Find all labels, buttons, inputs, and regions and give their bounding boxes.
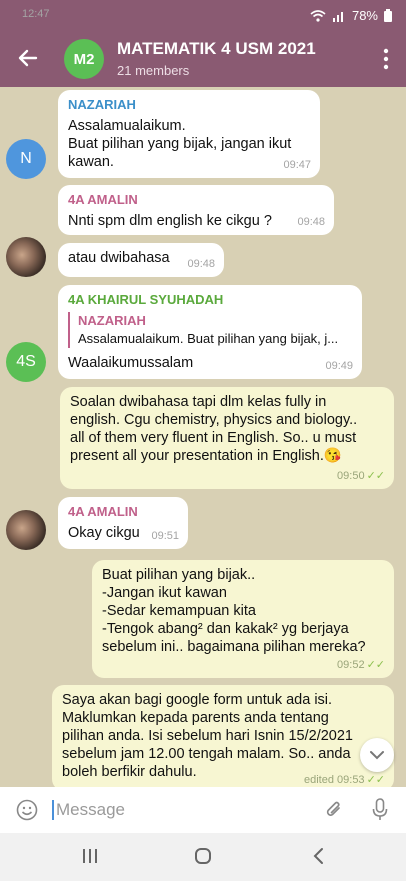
read-checkmarks-icon: ✓✓ [366, 659, 385, 671]
microphone-icon[interactable] [372, 798, 388, 822]
message-line: Buat pilihan yang bijak.. [102, 567, 256, 583]
wifi-icon [310, 9, 326, 22]
message-bubble[interactable]: 4A KHAIRUL SYUHADAH NAZARIAH Assalamuala… [58, 285, 362, 379]
status-bar: 12:47 78% [0, 0, 406, 30]
reply-quote[interactable]: NAZARIAH Assalamualaikum. Buat pilihan y… [68, 312, 352, 348]
message-line: -Jangan ikut kawan [102, 585, 227, 601]
message-list[interactable]: N NAZARIAH Assalamualaikum. Buat pilihan… [0, 87, 406, 787]
chevron-down-icon [370, 751, 384, 760]
battery-icon [384, 9, 392, 22]
message-line: Waalaikumussalam [68, 355, 194, 371]
recent-apps-icon[interactable] [82, 847, 98, 865]
message-time: 09:48 [297, 216, 325, 228]
message-input-bar: Message [0, 787, 406, 833]
reply-name: NAZARIAH [78, 313, 146, 328]
message-line: Buat pilihan yang bijak, jangan ikut [68, 136, 292, 152]
message-time: 09:49 [325, 360, 353, 372]
message-time: 09:47 [283, 159, 311, 171]
message-line: Soalan dwibahasa tapi dlm kelas fully in [70, 394, 327, 410]
message-line: all of them very fluent in English. So..… [70, 430, 357, 446]
signal-icon [332, 11, 343, 22]
message-line: present all your presentation in English… [70, 448, 342, 464]
sender-avatar[interactable]: N [6, 139, 46, 179]
message-time: 09:51 [151, 530, 179, 542]
message-line: -Tengok abang² dan kakak² yg berjaya [102, 621, 349, 637]
more-menu-icon[interactable] [382, 48, 390, 70]
message-line: kawan. [68, 154, 114, 170]
message-line: sebelum jam 12.00 tengah malam. So.. and… [62, 746, 351, 762]
sender-name[interactable]: 4A KHAIRUL SYUHADAH [68, 291, 352, 309]
message-bubble[interactable]: Soalan dwibahasa tapi dlm kelas fully in… [60, 387, 394, 489]
sender-avatar[interactable]: 4S [6, 342, 46, 382]
scroll-down-button[interactable] [360, 738, 394, 772]
message-bubble[interactable]: atau dwibahasa 09:48 [58, 243, 224, 277]
reply-text: Assalamualaikum. Buat pilihan yang bijak… [78, 331, 339, 346]
sender-name[interactable]: 4A AMALIN [68, 191, 324, 209]
message-time: 09:48 [187, 258, 215, 270]
back-nav-icon[interactable] [312, 847, 324, 865]
message-time: 09:50 [337, 470, 365, 482]
group-avatar[interactable]: M2 [64, 39, 104, 79]
message-line: -Sedar kemampuan kita [102, 603, 256, 619]
message-bubble[interactable]: 4A AMALIN Okay cikgu 09:51 [58, 497, 188, 549]
message-line: Assalamualaikum. [68, 118, 186, 134]
message-line: Nnti spm dlm english ke cikgu ? [68, 213, 272, 229]
back-arrow-icon[interactable] [14, 44, 42, 72]
message-time: edited 09:53 [304, 774, 365, 786]
battery-percent: 78% [351, 8, 378, 23]
read-checkmarks-icon: ✓✓ [366, 774, 385, 786]
message-bubble[interactable]: 4A AMALIN Nnti spm dlm english ke cikgu … [58, 185, 334, 235]
sender-avatar-photo[interactable] [6, 510, 46, 550]
message-bubble[interactable]: Buat pilihan yang bijak.. -Jangan ikut k… [92, 560, 394, 678]
sender-avatar-photo[interactable] [6, 237, 46, 277]
sender-name[interactable]: 4A AMALIN [68, 503, 178, 521]
member-count: 21 members [117, 63, 190, 78]
chat-title[interactable]: MATEMATIK 4 USM 2021 [117, 39, 316, 59]
message-line: english. Cgu chemistry, physics and biol… [70, 412, 358, 428]
message-bubble[interactable]: Saya akan bagi google form untuk ada isi… [52, 685, 394, 787]
attach-icon[interactable] [324, 799, 344, 821]
emoji-icon[interactable] [16, 799, 38, 821]
sender-name[interactable]: NAZARIAH [68, 96, 310, 114]
message-input[interactable]: Message [52, 800, 125, 820]
message-time: 09:52 [337, 659, 365, 671]
chat-header: M2 MATEMATIK 4 USM 2021 21 members [0, 30, 406, 87]
read-checkmarks-icon: ✓✓ [366, 470, 385, 482]
message-line: sebelum ini.. bagaimana pilihan mereka? [102, 639, 366, 655]
message-line: Maklumkan kepada parents anda tentang [62, 710, 329, 726]
system-nav-bar [0, 833, 406, 881]
message-line: pilihan anda. Isi sebelum hari Isnin 15/… [62, 728, 353, 744]
home-icon[interactable] [194, 847, 212, 865]
message-bubble[interactable]: NAZARIAH Assalamualaikum. Buat pilihan y… [58, 90, 320, 178]
message-line: Saya akan bagi google form untuk ada isi… [62, 692, 333, 708]
